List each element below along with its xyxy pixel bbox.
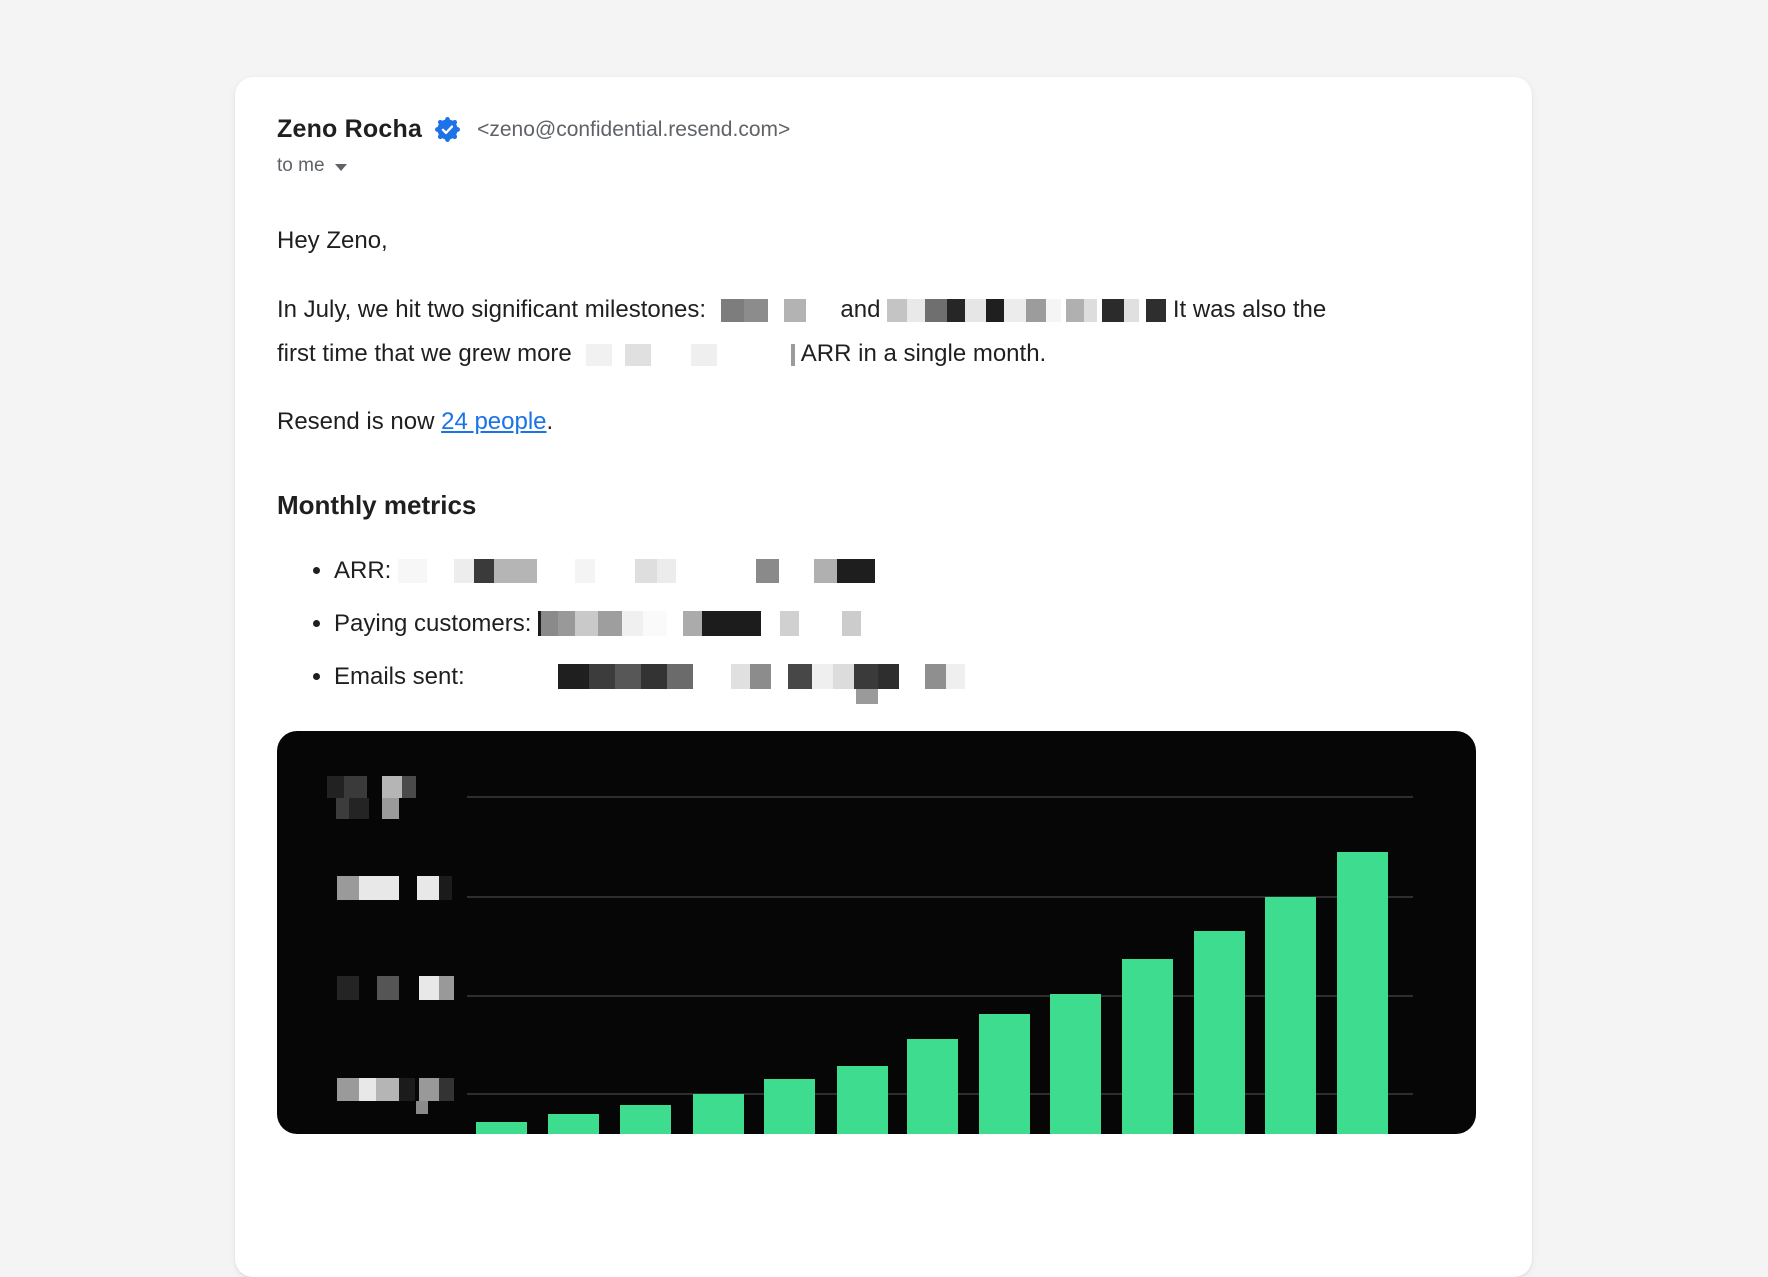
milestones-paragraph: In July, we hit two significant mileston… [277,288,1490,376]
chart-ylabel-redacted [336,798,399,819]
chart-bar [907,1039,958,1134]
greeting-text: Hey Zeno, [277,227,1490,255]
milestones-line-1: In July, we hit two significant mileston… [277,288,1490,332]
chevron-down-icon [335,164,347,171]
metrics-heading: Monthly metrics [277,490,1490,521]
team-size-suffix: . [547,408,554,435]
chart-bar [979,1014,1030,1134]
recipient-label: to me [277,155,325,177]
chart-ylabel-redacted [416,1101,428,1114]
chart-bar [1337,852,1388,1134]
redacted-arr-value [398,557,875,584]
milestones-text-2: It was also the [1173,296,1326,323]
redacted-milestone-1 [713,296,834,323]
chart-bar [1122,959,1173,1134]
recipient-details-toggle[interactable]: to me [277,155,347,177]
chart-bar [1050,994,1101,1134]
metric-emails-sent: Emails sent: [334,662,1490,692]
chart-bar [620,1105,671,1134]
metric-paying-customers-label: Paying customers: [334,610,531,637]
arr-chart [277,731,1476,1134]
chart-bar [1265,897,1316,1134]
verified-badge-icon [434,116,461,143]
team-size-link[interactable]: 24 people [441,408,546,435]
team-size-prefix: Resend is now [277,408,441,435]
chart-bar [476,1122,527,1134]
metric-arr: ARR: [334,556,1490,586]
chart-bar [1194,931,1245,1134]
milestones-conjunction: and [840,296,880,323]
redacted-paying-customers-value [538,610,861,637]
chart-bar [764,1079,815,1134]
page-background: { "email": { "sender_name": "Zeno Rocha"… [0,0,1768,1160]
sender-address: <zeno@confidential.resend.com> [477,118,790,142]
chart-bar [837,1066,888,1134]
team-size-paragraph: Resend is now 24 people. [277,408,1490,436]
metric-emails-sent-label: Emails sent: [334,663,465,690]
milestones-text-1: In July, we hit two significant mileston… [277,296,706,323]
grew-more-text: first time that we grew more [277,340,572,367]
metrics-list: ARR: Paying customers: Emails sent: [277,556,1490,692]
redacted-grew-amount [578,340,795,367]
chart-ylabel-redacted [337,876,452,900]
email-header: Zeno Rocha <zeno@confidential.resend.com… [277,115,1490,144]
email-card: Zeno Rocha <zeno@confidential.resend.com… [235,77,1532,1277]
milestones-line-2: first time that we grew more ARR in a si… [277,332,1490,376]
chart-gridline [467,796,1413,798]
metric-paying-customers: Paying customers: [334,609,1490,639]
sender-name: Zeno Rocha [277,115,422,144]
arr-month-text: ARR in a single month. [801,340,1046,367]
redacted-emails-sent-value [471,663,965,690]
metric-arr-label: ARR: [334,557,391,584]
chart-bar [693,1094,744,1134]
chart-ylabel-redacted [337,1078,454,1101]
chart-ylabel-redacted [337,976,454,1000]
redacted-milestone-2 [887,296,1166,323]
chart-ylabel-redacted [327,776,416,798]
chart-bar [548,1114,599,1134]
